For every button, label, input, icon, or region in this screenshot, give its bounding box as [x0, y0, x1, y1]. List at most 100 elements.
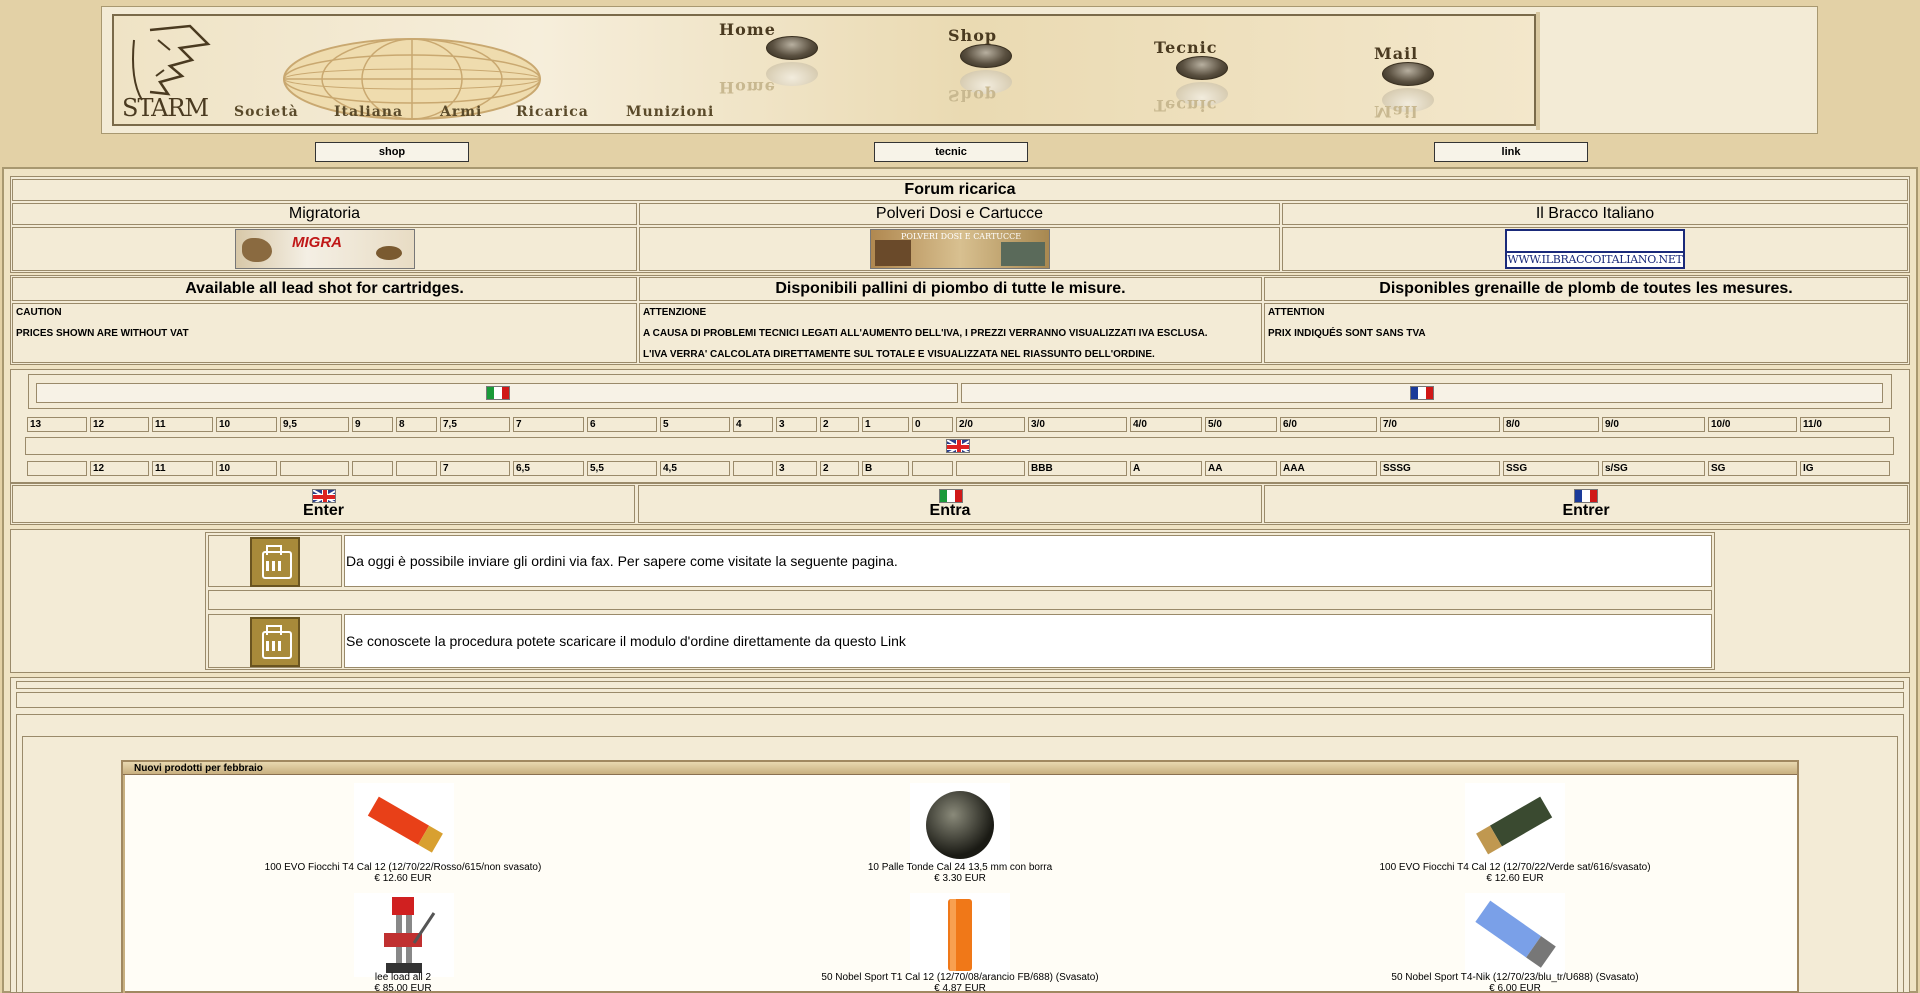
notice-body-it: ATTENZIONE A CAUSA DI PROBLEMI TECNICI L…	[639, 303, 1262, 363]
enter-it-cell[interactable]: Entra	[638, 485, 1262, 523]
shot-size-itfr-cell: 3/0	[1028, 417, 1127, 432]
shot-size-en-cell	[912, 461, 953, 476]
nav-home-button-icon[interactable]	[766, 36, 818, 60]
logo-text: STARM	[122, 94, 209, 122]
product-price: € 85.00 EUR	[374, 983, 432, 993]
nav-tecnic-button-icon[interactable]	[1176, 56, 1228, 80]
enter-link-en[interactable]: Enter	[13, 502, 634, 520]
link-button[interactable]: link	[1434, 142, 1588, 162]
subtitle-word: Ricarica	[516, 104, 589, 120]
banner-bar	[1507, 251, 1683, 253]
subtitle-word: Armi	[440, 104, 483, 120]
header-side-panel	[1536, 12, 1540, 130]
bird-icon	[376, 246, 402, 260]
shot-size-en-cell	[27, 461, 87, 476]
bracco-banner-text: WWW.ILBRACCOITALIANO.NET	[1507, 253, 1683, 266]
starm-logo[interactable]: STARM	[120, 20, 215, 122]
product-price: € 12.60 EUR	[374, 873, 432, 884]
uk-flag-icon	[946, 439, 970, 453]
shot-size-en-cell: BBB	[1028, 461, 1127, 476]
red-shotshell-icon	[367, 796, 443, 853]
green-shotshell-icon	[1476, 796, 1553, 855]
product-image-lead-ball[interactable]	[910, 783, 1010, 867]
shot-size-en-cell: 10	[216, 461, 277, 476]
product-price: € 12.60 EUR	[1486, 873, 1544, 884]
subtitle-word: Munizioni	[626, 104, 715, 120]
uk-flag-icon	[312, 489, 336, 503]
divider-bar	[16, 681, 1904, 689]
migra-banner-text: MIGRA	[292, 234, 342, 251]
reloading-press-icon	[384, 897, 436, 973]
nav-shop-button-icon[interactable]	[960, 44, 1012, 68]
bracco-banner[interactable]: WWW.ILBRACCOITALIANO.NET	[1505, 229, 1685, 269]
shot-size-en-cell: 11	[152, 461, 213, 476]
notice-title-en: Available all lead shot for cartridges.	[12, 277, 637, 301]
shot-size-itfr-cell: 10	[216, 417, 277, 432]
forum-link-polveri[interactable]: Polveri Dosi e Cartucce	[639, 203, 1280, 225]
globe-icon	[283, 38, 541, 120]
shot-size-itfr-cell: 5	[660, 417, 730, 432]
product-name[interactable]: 50 Nobel Sport T4-Nik (12/70/23/blu_tr/U…	[1315, 972, 1715, 983]
forum-link-bracco[interactable]: Il Bracco Italiano	[1282, 203, 1908, 225]
shot-size-en-cell: 7	[440, 461, 510, 476]
fax-info-link[interactable]: Da oggi è possibile inviare gli ordini v…	[346, 553, 898, 569]
shot-size-en-cell: SSG	[1503, 461, 1599, 476]
shot-size-itfr-cell: 11/0	[1800, 417, 1890, 432]
nav-tecnic-reflection-label: Tecnic	[1154, 96, 1218, 115]
product-image-blue-shotshell[interactable]	[1465, 893, 1565, 977]
enter-link-fr[interactable]: Entrer	[1265, 502, 1907, 520]
shop-button[interactable]: shop	[315, 142, 469, 162]
notice-line: L'IVA VERRA' CALCOLATA DIRETTAMENTE SUL …	[643, 349, 1155, 360]
shot-size-en-cell: SSSG	[1380, 461, 1500, 476]
product-name[interactable]: 50 Nobel Sport T1 Cal 12 (12/70/08/aranc…	[760, 972, 1160, 983]
fax-spacer	[208, 590, 1712, 610]
shot-size-en-cell	[956, 461, 1025, 476]
tecnic-button[interactable]: tecnic	[874, 142, 1028, 162]
shot-size-en-cell: 3	[776, 461, 817, 476]
shot-size-en-cell	[280, 461, 349, 476]
blue-shotshell-icon	[1475, 900, 1556, 968]
forum-link-migratoria[interactable]: Migratoria	[12, 203, 637, 225]
product-image-red-shotshell[interactable]	[354, 783, 454, 867]
shot-size-en-cell: IG	[1800, 461, 1890, 476]
product-name[interactable]: 100 EVO Fiocchi T4 Cal 12 (12/70/22/Ross…	[203, 862, 603, 873]
shot-size-itfr-cell: 0	[912, 417, 953, 432]
fax-icon-cell	[208, 535, 342, 587]
fax-icon[interactable]	[250, 617, 300, 667]
product-image-orange-hull[interactable]	[910, 893, 1010, 977]
notice-line: PRIX INDIQUÉS SONT SANS TVA	[1268, 328, 1426, 339]
cartridge-icon	[875, 240, 911, 266]
product-name[interactable]: 10 Palle Tonde Cal 24 13,5 mm con borra	[760, 862, 1160, 873]
notice-line: CAUTION	[16, 307, 62, 318]
notice-line: ATTENTION	[1268, 307, 1325, 318]
lead-ball-icon	[926, 791, 994, 859]
shot-size-en-cell: 2	[820, 461, 859, 476]
product-image-green-shotshell[interactable]	[1465, 783, 1565, 867]
shot-size-itfr-cell: 6/0	[1280, 417, 1377, 432]
nav-mail-button-icon[interactable]	[1382, 62, 1434, 86]
enter-link-it[interactable]: Entra	[639, 502, 1261, 520]
fax-download-link[interactable]: Se conoscete la procedura potete scarica…	[346, 633, 906, 649]
nav-home-label: Home	[719, 20, 776, 39]
product-name[interactable]: lee load all 2	[203, 972, 603, 983]
shot-size-itfr-cell: 7,5	[440, 417, 510, 432]
subtitle-word: Italiana	[334, 104, 404, 120]
shot-size-en-cell: 12	[90, 461, 149, 476]
shot-size-en-cell	[733, 461, 773, 476]
product-price: € 3.30 EUR	[934, 873, 986, 884]
polveri-banner[interactable]: POLVERI DOSI E CARTUCCE	[870, 229, 1050, 269]
shot-size-en-cell	[396, 461, 437, 476]
enter-fr-cell[interactable]: Entrer	[1264, 485, 1908, 523]
forum-title: Forum ricarica	[12, 179, 1908, 201]
fax-icon[interactable]	[250, 537, 300, 587]
shot-size-itfr-cell: 9	[352, 417, 393, 432]
shot-size-itfr-cell: 12	[90, 417, 149, 432]
migra-banner[interactable]: MIGRA	[235, 229, 415, 269]
enter-en-cell[interactable]: Enter	[12, 485, 635, 523]
nav-tecnic-label: Tecnic	[1154, 38, 1218, 57]
product-image-reloading-press[interactable]	[354, 893, 454, 977]
shot-size-itfr-cell: 4	[733, 417, 773, 432]
product-name[interactable]: 100 EVO Fiocchi T4 Cal 12 (12/70/22/Verd…	[1315, 862, 1715, 873]
shot-size-itfr-cell: 4/0	[1130, 417, 1202, 432]
shot-size-en-cell: 6,5	[513, 461, 584, 476]
